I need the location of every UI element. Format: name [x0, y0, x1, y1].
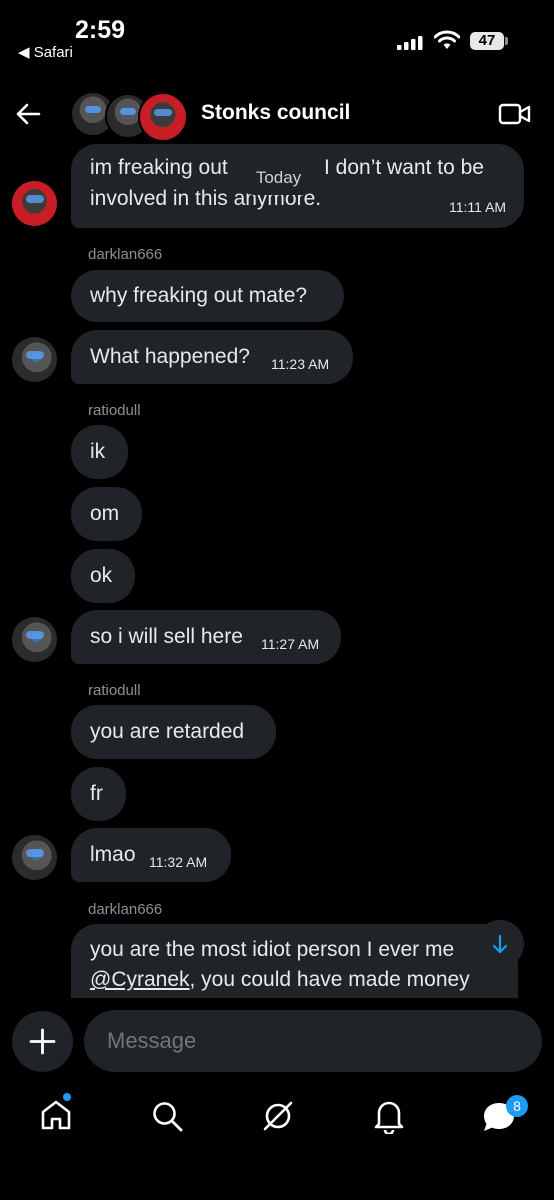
- message-timestamp: 11:27 AM: [261, 636, 320, 652]
- message-text: ok: [90, 564, 113, 587]
- message-text: lmao: [90, 843, 136, 866]
- add-attachment-button[interactable]: [12, 1011, 73, 1072]
- message-text: What happened?: [90, 345, 250, 368]
- messages-badge: 8: [506, 1095, 528, 1117]
- date-divider: Today: [238, 161, 319, 195]
- message-input[interactable]: [84, 1010, 542, 1072]
- battery-tip: [505, 37, 508, 45]
- message-timestamp: 11:32 AM: [149, 854, 208, 870]
- message-text: , you could have made money: [189, 968, 470, 991]
- message-timestamp: 11:23 AM: [271, 356, 330, 372]
- message-bubble[interactable]: you are retarded: [71, 705, 276, 759]
- sender-name: darklan666: [88, 246, 163, 263]
- message-bubble[interactable]: you are the most idiot person I ever me …: [71, 924, 518, 998]
- message-text: why freaking out mate?: [90, 284, 308, 307]
- message-bubble[interactable]: om: [71, 487, 142, 541]
- message-text: ik: [90, 440, 106, 463]
- back-to-safari[interactable]: ◀ Safari: [18, 43, 73, 61]
- group-avatar-3[interactable]: [138, 92, 188, 142]
- grok-icon[interactable]: [259, 1097, 297, 1135]
- message-bubble[interactable]: ok: [71, 549, 135, 603]
- message-text: so i will sell here: [90, 625, 243, 648]
- video-call-icon[interactable]: [498, 102, 532, 126]
- bell-icon[interactable]: [372, 1098, 406, 1134]
- scroll-to-bottom-button[interactable]: [476, 920, 524, 968]
- sender-name: ratiodull: [88, 402, 141, 419]
- message-text: im freaking out: [90, 156, 228, 179]
- status-time: 2:59: [75, 16, 126, 44]
- search-icon[interactable]: [150, 1099, 184, 1133]
- message-text: you are retarded: [90, 720, 245, 743]
- battery-level: 47: [470, 32, 504, 50]
- message-text: om: [90, 502, 120, 525]
- home-icon[interactable]: [38, 1097, 74, 1133]
- avatar[interactable]: [12, 181, 57, 226]
- avatar[interactable]: [12, 617, 57, 662]
- sender-name: darklan666: [88, 901, 163, 918]
- message-bubble[interactable]: why freaking out mate?: [71, 270, 344, 322]
- message-text-line2: @Cyranek, you could have made money: [90, 968, 470, 992]
- message-bubble[interactable]: lmao 11:32 AM: [71, 828, 231, 882]
- sender-name: ratiodull: [88, 682, 141, 699]
- message-text: you are the most idiot person I ever me: [90, 938, 455, 961]
- message-text: fr: [90, 782, 103, 805]
- conversation-title[interactable]: Stonks council: [201, 101, 350, 125]
- wifi-icon: [434, 30, 460, 49]
- arrow-down-icon: [492, 934, 508, 954]
- avatar[interactable]: [12, 835, 57, 880]
- avatar[interactable]: [12, 337, 57, 382]
- message-bubble[interactable]: What happened? 11:23 AM: [71, 330, 353, 384]
- message-bubble[interactable]: so i will sell here 11:27 AM: [71, 610, 341, 664]
- back-arrow-icon[interactable]: [14, 100, 42, 128]
- message-bubble[interactable]: ik: [71, 425, 128, 479]
- mention-link[interactable]: @Cyranek: [90, 968, 190, 991]
- message-text: I don’t want to be: [324, 156, 484, 179]
- message-timestamp: 11:11 AM: [449, 199, 507, 215]
- signal-icon: [397, 36, 423, 50]
- home-notification-dot: [63, 1093, 71, 1101]
- plus-icon: [29, 1028, 56, 1055]
- message-bubble[interactable]: fr: [71, 767, 126, 821]
